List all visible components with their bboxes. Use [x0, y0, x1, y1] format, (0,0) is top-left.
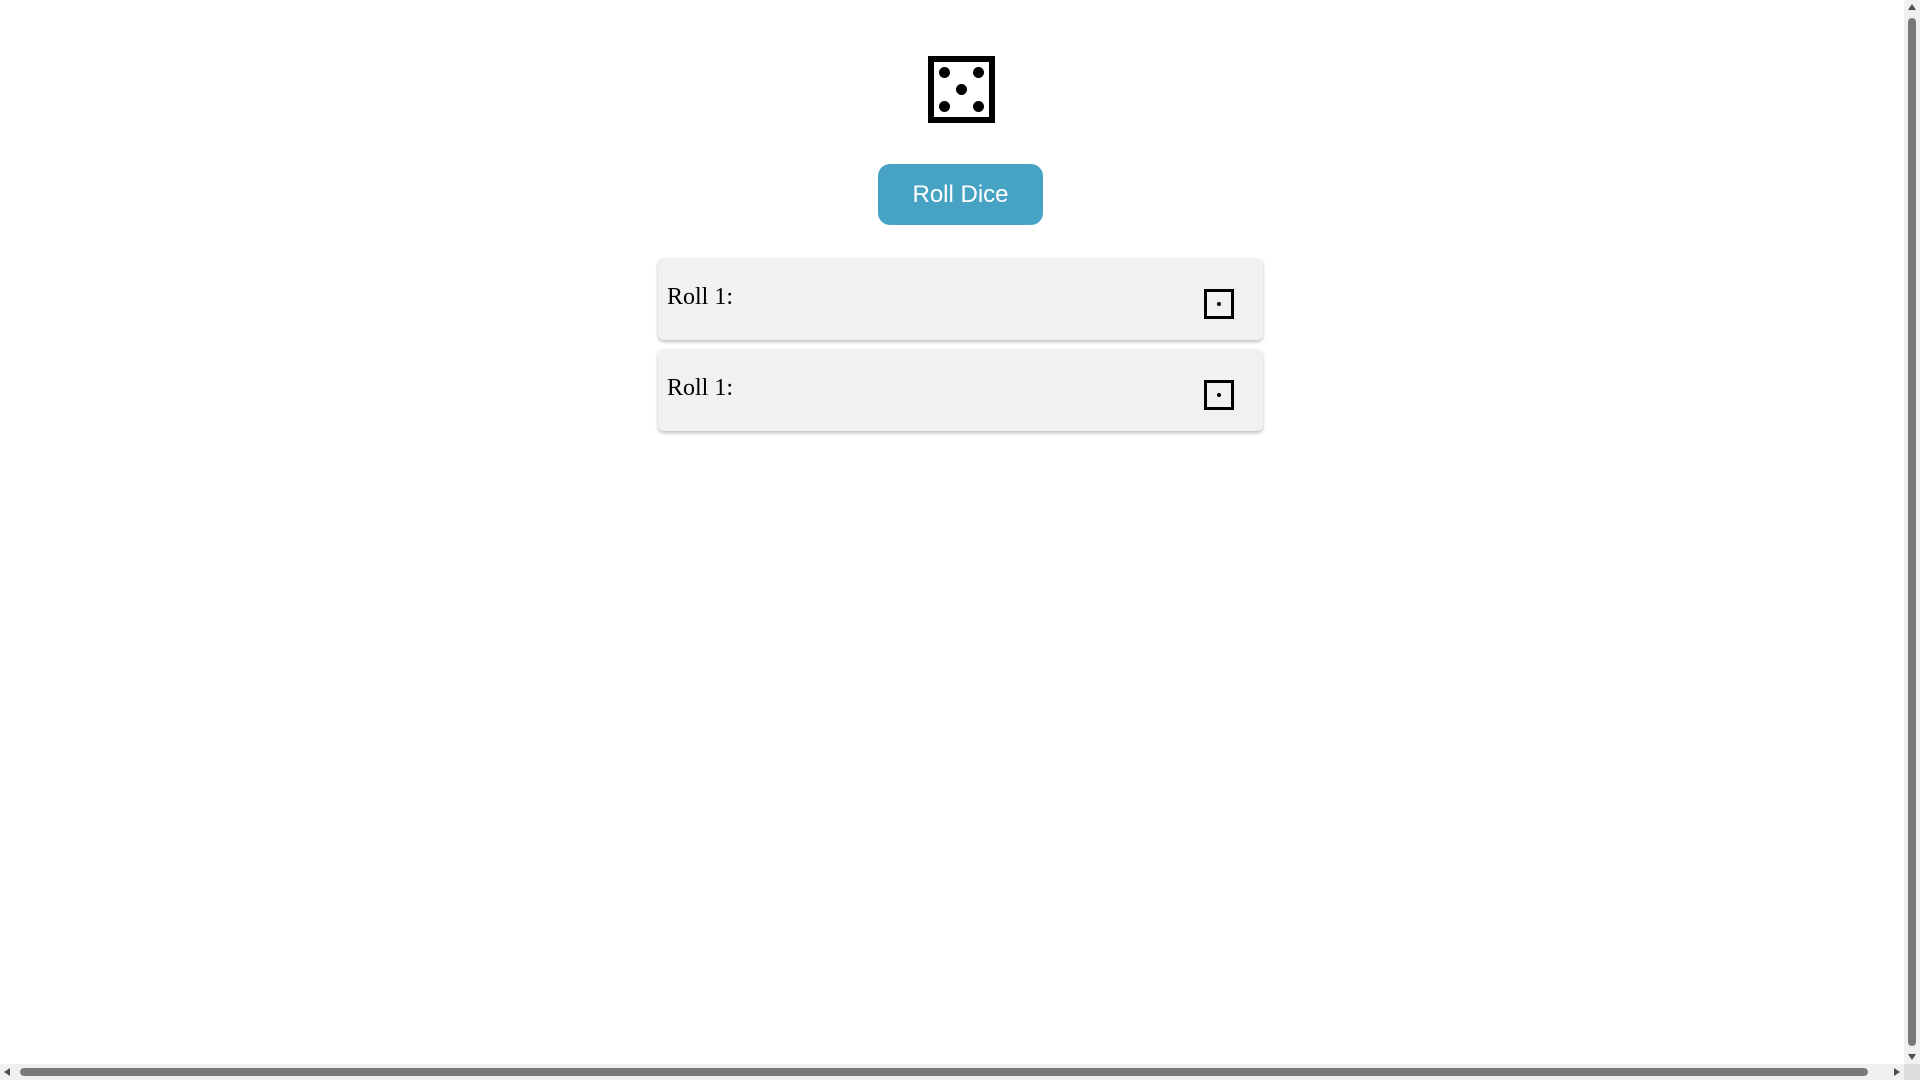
die-pip [1217, 302, 1221, 306]
die-pip [939, 67, 950, 78]
scrollbar-corner [1904, 1064, 1920, 1080]
die-pip [1217, 393, 1221, 397]
scroll-down-arrow-icon[interactable] [1908, 1054, 1916, 1060]
die-pip [973, 101, 984, 112]
vertical-scroll-thumb[interactable] [1908, 18, 1916, 1046]
scroll-left-arrow-icon[interactable] [4, 1068, 10, 1076]
horizontal-scroll-thumb[interactable] [20, 1068, 1868, 1076]
roll-history-list: Roll 1: Roll 1: [658, 258, 1263, 440]
die-pip [973, 67, 984, 78]
die-face-1-icon [1204, 289, 1234, 319]
die-pip [956, 84, 967, 95]
scroll-up-arrow-icon[interactable] [1908, 4, 1916, 10]
roll-dice-button[interactable]: Roll Dice [878, 164, 1043, 225]
scroll-right-arrow-icon[interactable] [1894, 1068, 1900, 1076]
horizontal-scrollbar[interactable] [0, 1064, 1904, 1080]
page-viewport: Roll Dice Roll 1: Roll 1: [0, 0, 1904, 1064]
list-item: Roll 1: [658, 258, 1263, 340]
die-pip [939, 101, 950, 112]
vertical-scrollbar[interactable] [1904, 0, 1920, 1064]
roll-label: Roll 1: [667, 375, 734, 401]
die-face-1-icon [1204, 380, 1234, 410]
die-face-5-icon [928, 56, 995, 123]
roll-label: Roll 1: [667, 284, 734, 310]
list-item: Roll 1: [658, 349, 1263, 431]
